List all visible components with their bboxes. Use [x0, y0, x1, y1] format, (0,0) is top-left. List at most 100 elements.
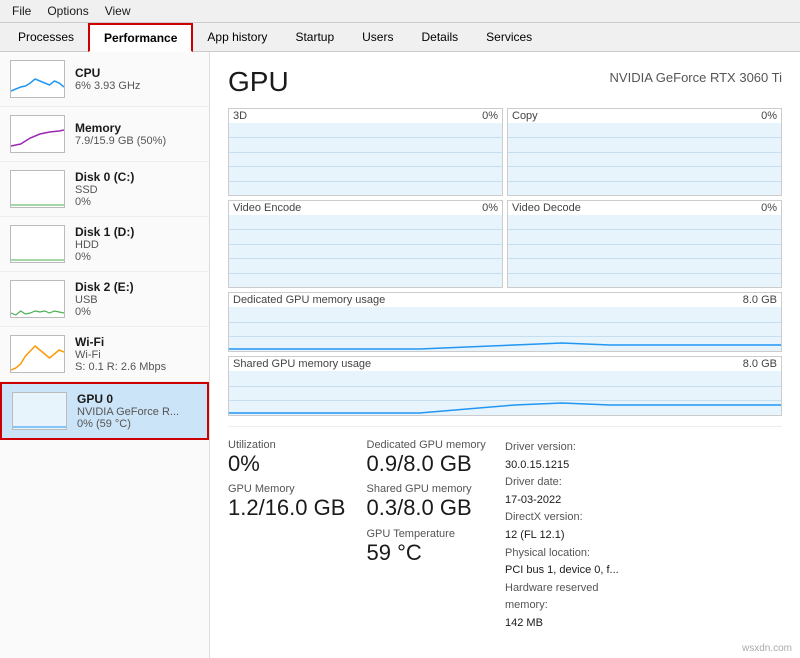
page-subtitle: NVIDIA GeForce RTX 3060 Ti: [610, 70, 782, 85]
sidebar-item-memory[interactable]: Memory 7.9/15.9 GB (50%): [0, 107, 209, 162]
sidebar-item-wifi[interactable]: Wi-Fi Wi-Fi S: 0.1 R: 2.6 Mbps: [0, 327, 209, 382]
sidebar-item-disk1[interactable]: Disk 1 (D:) HDD 0%: [0, 217, 209, 272]
stat-gpu-memory-value: 1.2/16.0 GB: [228, 495, 359, 521]
stat-temp-label: GPU Temperature: [367, 528, 498, 540]
disk0-chart-thumb: [10, 170, 65, 208]
disk0-sub: SSD: [75, 184, 199, 196]
graph-vdecode: Video Decode 0%: [507, 200, 782, 288]
tab-startup[interactable]: Startup: [281, 23, 348, 51]
gpu-chart-thumb: [12, 392, 67, 430]
menu-view[interactable]: View: [97, 2, 139, 20]
mem-sub: 7.9/15.9 GB (50%): [75, 135, 199, 147]
graph-dedicated-mem-title: Dedicated GPU memory usage: [233, 294, 385, 306]
mem-chart-thumb: [10, 115, 65, 153]
graph-vencode-title: Video Encode: [233, 202, 301, 214]
menu-file[interactable]: File: [4, 2, 39, 20]
driver-version-row: Driver version:: [505, 439, 644, 457]
graph-shared-mem-label: Shared GPU memory usage 8.0 GB: [229, 357, 781, 371]
tab-details[interactable]: Details: [407, 23, 472, 51]
stat-shared-value: 0.3/8.0 GB: [367, 495, 498, 521]
stats-section: Utilization 0% GPU Memory 1.2/16.0 GB De…: [228, 426, 782, 637]
graph-vencode-label: Video Encode 0%: [229, 201, 502, 215]
graph-copy-percent: 0%: [761, 110, 777, 122]
tab-processes[interactable]: Processes: [4, 23, 88, 51]
content-area: GPU NVIDIA GeForce RTX 3060 Ti 3D 0%: [210, 52, 800, 658]
disk2-chart-thumb: [10, 280, 65, 318]
driver-directx-value: 12 (FL 12.1): [505, 527, 565, 545]
tab-users[interactable]: Users: [348, 23, 407, 51]
graph-shared-mem-area: [229, 371, 781, 415]
sidebar-item-gpu0[interactable]: GPU 0 NVIDIA GeForce R... 0% (59 °C): [0, 382, 209, 440]
wifi-info: Wi-Fi Wi-Fi S: 0.1 R: 2.6 Mbps: [75, 335, 199, 373]
graph-3d-title: 3D: [233, 110, 247, 122]
driver-date-row: Driver date:: [505, 474, 644, 492]
driver-directx-val-row: 12 (FL 12.1): [505, 527, 644, 545]
graph-3d-percent: 0%: [482, 110, 498, 122]
tab-bar: Processes Performance App history Startu…: [0, 23, 800, 52]
cpu-sub: 6% 3.93 GHz: [75, 80, 199, 92]
graph-3d-area: [229, 123, 502, 195]
tab-services[interactable]: Services: [472, 23, 546, 51]
gpu-info: GPU 0 NVIDIA GeForce R... 0% (59 °C): [77, 392, 197, 430]
graph-dedicated-mem: Dedicated GPU memory usage 8.0 GB: [228, 292, 782, 352]
menu-options[interactable]: Options: [39, 2, 96, 20]
gpu-sub: NVIDIA GeForce R...: [77, 406, 197, 418]
disk0-val: 0%: [75, 196, 199, 208]
driver-date-label: Driver date:: [505, 474, 562, 492]
cpu-info: CPU 6% 3.93 GHz: [75, 66, 199, 92]
mem-name: Memory: [75, 121, 199, 135]
graph-3d: 3D 0%: [228, 108, 503, 196]
driver-hardware-label: Hardware reserved memory:: [505, 580, 644, 615]
driver-date-value: 17-03-2022: [505, 492, 561, 510]
driver-version-val-row: 30.0.15.1215: [505, 457, 644, 475]
wifi-val: S: 0.1 R: 2.6 Mbps: [75, 361, 199, 373]
driver-version-label: Driver version:: [505, 439, 576, 457]
gpu-name: GPU 0: [77, 392, 197, 406]
graph-grid-middle: Video Encode 0% Video Decode 0%: [228, 200, 782, 288]
graph-vencode: Video Encode 0%: [228, 200, 503, 288]
wifi-sub: Wi-Fi: [75, 349, 199, 361]
stat-utilization-label: Utilization: [228, 439, 359, 451]
graph-dedicated-mem-label: Dedicated GPU memory usage 8.0 GB: [229, 293, 781, 307]
menu-bar: File Options View: [0, 0, 800, 23]
driver-directx-label: DirectX version:: [505, 509, 583, 527]
graph-3d-lines: [229, 123, 502, 195]
graph-vencode-area: [229, 215, 502, 287]
disk2-info: Disk 2 (E:) USB 0%: [75, 280, 199, 318]
main-layout: CPU 6% 3.93 GHz Memory 7.9/15.9 GB (50%): [0, 52, 800, 658]
stat-dedicated-value: 0.9/8.0 GB: [367, 451, 498, 477]
tab-app-history[interactable]: App history: [193, 23, 281, 51]
content-header: GPU NVIDIA GeForce RTX 3060 Ti: [228, 66, 782, 98]
sidebar-item-disk0[interactable]: Disk 0 (C:) SSD 0%: [0, 162, 209, 217]
graph-shared-mem: Shared GPU memory usage 8.0 GB: [228, 356, 782, 416]
driver-physical-label: Physical location:: [505, 545, 590, 563]
graph-dedicated-mem-max: 8.0 GB: [743, 294, 777, 306]
driver-hardware-val-row: 142 MB: [505, 615, 644, 633]
stat-utilization-value: 0%: [228, 451, 359, 477]
driver-date-val-row: 17-03-2022: [505, 492, 644, 510]
driver-info: Driver version: 30.0.15.1215 Driver date…: [505, 435, 644, 637]
watermark: wsxdn.com: [742, 643, 792, 654]
sidebar-item-disk2[interactable]: Disk 2 (E:) USB 0%: [0, 272, 209, 327]
stat-dedicated-label: Dedicated GPU memory: [367, 439, 498, 451]
wifi-chart-thumb: [10, 335, 65, 373]
driver-hardware-row: Hardware reserved memory:: [505, 580, 644, 615]
disk0-info: Disk 0 (C:) SSD 0%: [75, 170, 199, 208]
graph-vdecode-percent: 0%: [761, 202, 777, 214]
graph-vdecode-lines: [508, 215, 781, 287]
driver-hardware-value: 142 MB: [505, 615, 543, 633]
sidebar-item-cpu[interactable]: CPU 6% 3.93 GHz: [0, 52, 209, 107]
driver-version-value: 30.0.15.1215: [505, 457, 569, 475]
driver-physical-row: Physical location:: [505, 545, 644, 563]
disk1-info: Disk 1 (D:) HDD 0%: [75, 225, 199, 263]
disk1-name: Disk 1 (D:): [75, 225, 199, 239]
stat-gpu-memory-label: GPU Memory: [228, 483, 359, 495]
graph-copy-label: Copy 0%: [508, 109, 781, 123]
disk1-chart-thumb: [10, 225, 65, 263]
disk2-name: Disk 2 (E:): [75, 280, 199, 294]
disk0-name: Disk 0 (C:): [75, 170, 199, 184]
cpu-name: CPU: [75, 66, 199, 80]
driver-directx-row: DirectX version:: [505, 509, 644, 527]
graph-copy-title: Copy: [512, 110, 538, 122]
tab-performance[interactable]: Performance: [88, 23, 193, 52]
